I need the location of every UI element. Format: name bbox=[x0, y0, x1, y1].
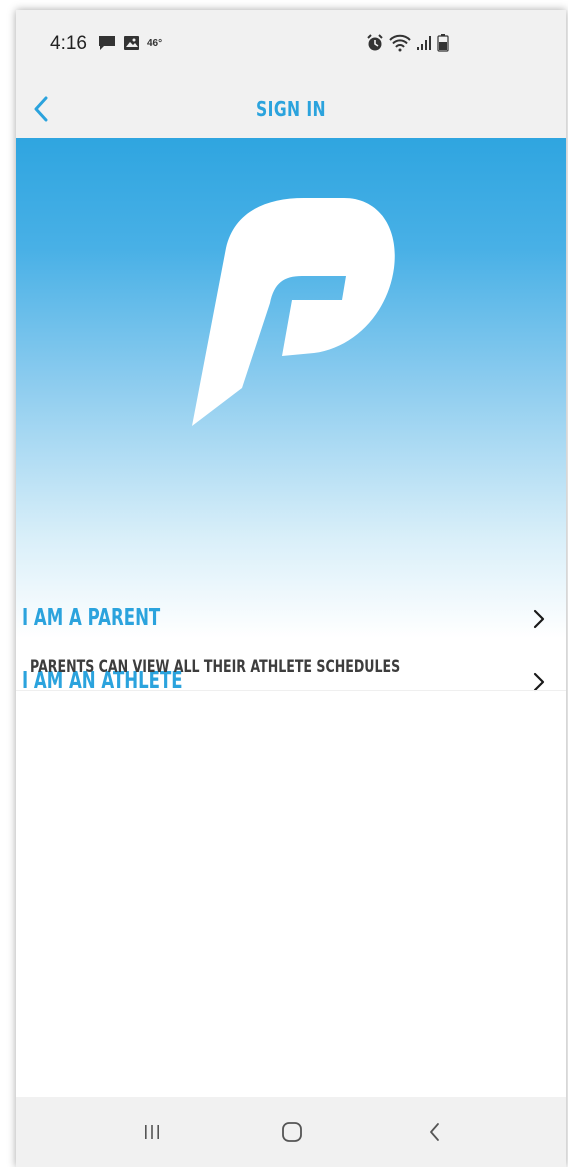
wifi-icon bbox=[389, 34, 411, 52]
alarm-icon bbox=[367, 34, 383, 51]
app-logo bbox=[192, 198, 395, 426]
phone-screen: 4:16 46° SIGN IN I AM A PARENT I AM AN A… bbox=[16, 10, 566, 1167]
battery-icon bbox=[437, 34, 449, 52]
status-left-icons: 46° bbox=[98, 35, 162, 51]
status-time: 4:16 bbox=[50, 33, 87, 54]
i-am-a-parent-button[interactable]: I AM A PARENT bbox=[16, 588, 566, 651]
hero-section: I AM A PARENT I AM AN ATHLETE bbox=[16, 138, 566, 714]
status-right-icons bbox=[366, 34, 449, 52]
status-bar: 4:16 46° bbox=[16, 10, 566, 80]
recent-apps-icon bbox=[145, 1125, 159, 1139]
chevron-left-icon bbox=[34, 96, 48, 122]
recent-apps-button[interactable] bbox=[132, 1115, 172, 1149]
signal-icon bbox=[417, 36, 431, 50]
image-icon bbox=[124, 36, 139, 50]
chat-icon bbox=[99, 36, 115, 50]
home-button[interactable] bbox=[272, 1115, 312, 1149]
system-navigation-bar bbox=[16, 1097, 566, 1167]
menu-item-label: I AM A PARENT bbox=[22, 605, 161, 631]
status-temperature: 46° bbox=[147, 37, 163, 49]
navigation-bar: SIGN IN bbox=[16, 80, 566, 138]
back-button[interactable] bbox=[26, 94, 56, 124]
info-text: PARENTS CAN VIEW ALL THEIR ATHLETE SCHED… bbox=[30, 657, 401, 677]
home-icon bbox=[282, 1122, 302, 1142]
divider bbox=[16, 690, 566, 691]
back-icon bbox=[430, 1123, 439, 1141]
chevron-right-icon bbox=[533, 609, 545, 629]
system-back-button[interactable] bbox=[415, 1115, 455, 1149]
page-title: SIGN IN bbox=[256, 97, 326, 121]
